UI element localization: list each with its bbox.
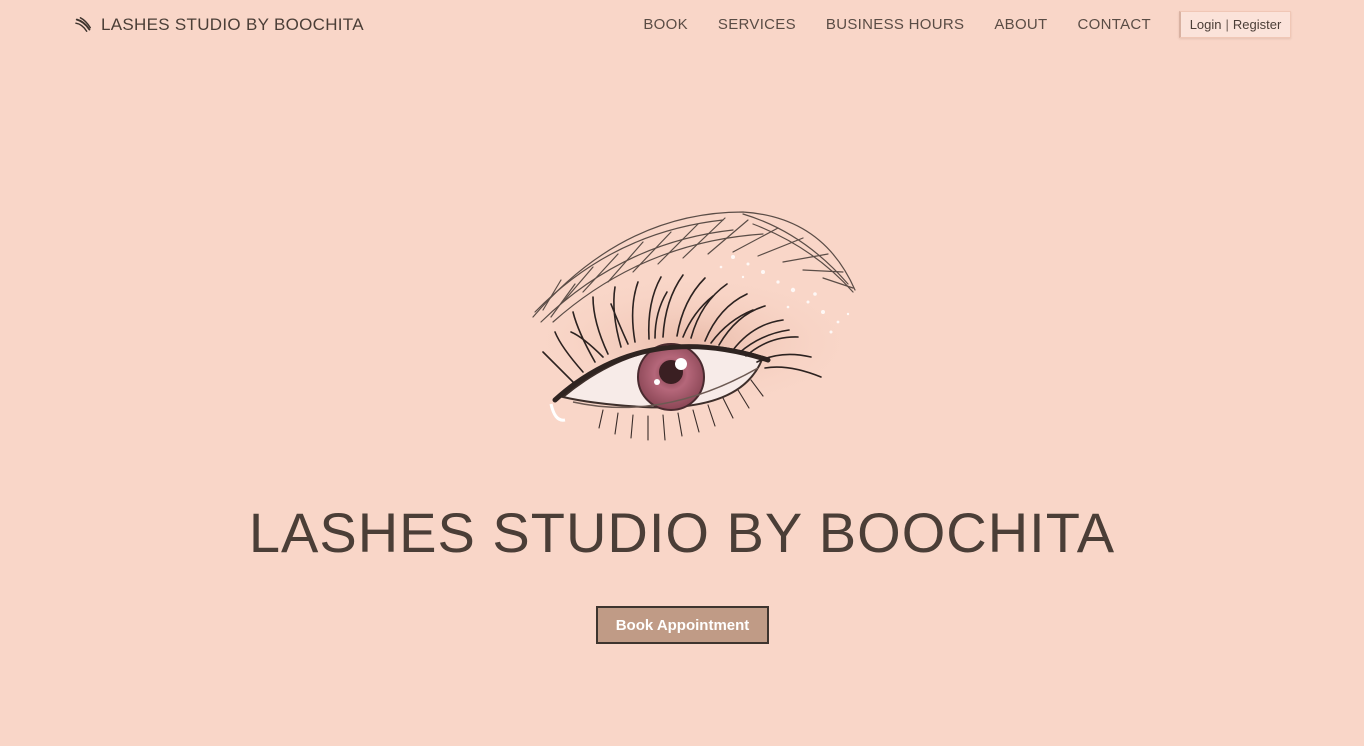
- register-link[interactable]: Register: [1233, 17, 1281, 32]
- lash-icon: [75, 17, 92, 33]
- nav-item-business-hours[interactable]: BUSINESS HOURS: [826, 16, 964, 33]
- brand-name: LASHES STUDIO BY BOOCHITA: [101, 15, 364, 34]
- hero-title: LASHES STUDIO BY BOOCHITA: [248, 501, 1116, 564]
- auth-box: Login | Register: [1179, 11, 1291, 38]
- site-header: LASHES STUDIO BY BOOCHITA BOOK SERVICES …: [0, 0, 1364, 48]
- brand-logo[interactable]: LASHES STUDIO BY BOOCHITA: [75, 14, 364, 36]
- nav-item-services[interactable]: SERVICES: [718, 16, 796, 33]
- nav-item-about[interactable]: ABOUT: [994, 16, 1047, 33]
- eye-lash-illustration: [523, 211, 863, 441]
- nav-item-book[interactable]: BOOK: [643, 16, 688, 33]
- login-link[interactable]: Login: [1190, 17, 1222, 32]
- main-nav: BOOK SERVICES BUSINESS HOURS ABOUT CONTA…: [643, 14, 1151, 34]
- book-appointment-button[interactable]: Book Appointment: [596, 606, 769, 644]
- auth-separator: |: [1225, 17, 1229, 32]
- nav-item-contact[interactable]: CONTACT: [1078, 16, 1151, 33]
